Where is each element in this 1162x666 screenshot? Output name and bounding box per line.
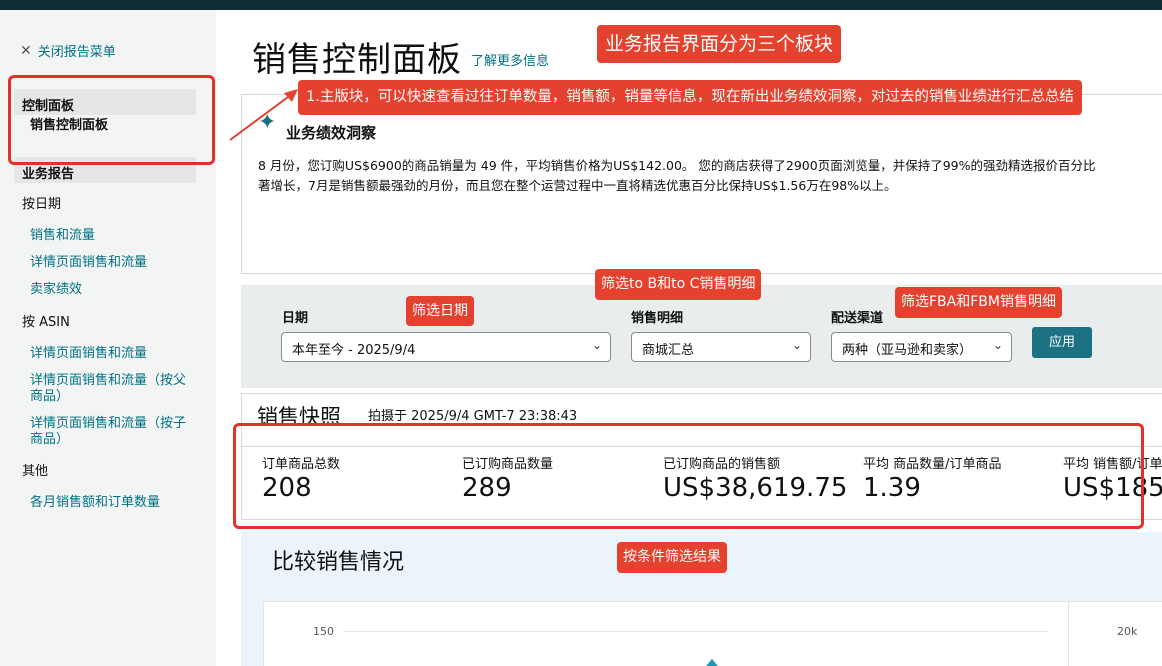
snapshot-timestamp: 拍摄于 2025/9/4 GMT-7 23:38:43 xyxy=(368,409,578,424)
annotation-three-sections: 业务报告界面分为三个板块 xyxy=(597,25,842,63)
sales-detail-label: 销售明细 xyxy=(631,311,684,326)
compare-chart-panel xyxy=(263,601,1162,666)
compare-sales-title: 比较销售情况 xyxy=(272,550,405,575)
chevron-down-icon: ⌄ xyxy=(591,338,602,352)
annotation-frame-snapshot xyxy=(233,423,1144,529)
sidebar-item-monthly-sales-orders[interactable]: 各月销售额和订单数量 xyxy=(30,495,198,511)
page-title: 销售控制面板 xyxy=(252,40,462,80)
chevron-down-icon: ⌄ xyxy=(791,338,802,352)
chart-separator xyxy=(1068,601,1069,666)
sidebar-item-seller-performance[interactable]: 卖家绩效 xyxy=(30,282,198,298)
chevron-down-icon: ⌄ xyxy=(992,338,1003,352)
annotation-frame-dashboard xyxy=(8,75,215,165)
sidebar-item-detail-sales-traffic[interactable]: 详情页面销售和流量 xyxy=(30,255,198,271)
sidebar-heading-by-date: 按日期 xyxy=(22,197,62,212)
sales-detail-select[interactable]: 商城汇总 ⌄ xyxy=(631,332,811,362)
chart-tick-right: 20k xyxy=(1117,625,1138,638)
insight-line-1: 8 月份，您订购US$6900的商品销量为 49 件，平均销售价格为US$142… xyxy=(258,158,1096,173)
sidebar-heading-by-asin: 按 ASIN xyxy=(22,315,70,330)
insight-line-2: 著增长，7月是销售额最强劲的月份，而且您在整个运营过程中一直将精选优惠百分比保持… xyxy=(258,178,897,193)
sidebar-item-asin-child[interactable]: 详情页面销售和流量（按子商品） xyxy=(30,416,198,448)
fulfillment-channel-label: 配送渠道 xyxy=(831,311,884,326)
annotation-filter-fba: 筛选FBA和FBM销售明细 xyxy=(895,287,1062,318)
date-filter-value: 本年至今 - 2025/9/4 xyxy=(292,343,416,358)
annotation-filter-date: 筛选日期 xyxy=(406,296,474,326)
top-bar xyxy=(0,0,1162,10)
close-report-menu-link[interactable]: ✕ 关闭报告菜单 xyxy=(20,41,116,61)
annotation-main-block: 1.主版块，可以快速查看过往订单数量，销售额，销量等信息，现在新出业务绩效洞察，… xyxy=(298,80,1082,115)
chart-tick-left: 150 xyxy=(313,625,334,638)
sidebar-item-asin-parent[interactable]: 详情页面销售和流量（按父商品） xyxy=(30,373,198,405)
close-menu-label: 关闭报告菜单 xyxy=(37,45,116,60)
learn-more-link[interactable]: 了解更多信息 xyxy=(471,50,549,69)
annotation-filter-b2b: 筛选to B和to C销售明细 xyxy=(595,269,762,300)
chart-grid-line xyxy=(343,631,1048,632)
annotation-arrow xyxy=(229,89,298,141)
fulfillment-channel-select[interactable]: 两种（亚马逊和卖家） ⌄ xyxy=(831,332,1012,362)
sidebar-item-sales-traffic[interactable]: 销售和流量 xyxy=(30,228,198,244)
sidebar-item-asin-detail-sales-traffic[interactable]: 详情页面销售和流量 xyxy=(30,346,198,362)
date-filter-select[interactable]: 本年至今 - 2025/9/4 ⌄ xyxy=(281,332,611,362)
sidebar-heading-other: 其他 xyxy=(22,464,49,479)
insight-text: 8 月份，您订购US$6900的商品销量为 49 件，平均销售价格为US$142… xyxy=(258,156,1162,196)
annotation-filter-result: 按条件筛选结果 xyxy=(617,542,727,573)
close-icon: ✕ xyxy=(20,42,32,59)
sales-detail-value: 商城汇总 xyxy=(642,343,695,358)
chart-peak-marker xyxy=(706,659,718,666)
date-filter-label: 日期 xyxy=(282,311,309,326)
fulfillment-channel-value: 两种（亚马逊和卖家） xyxy=(842,343,973,358)
apply-button[interactable]: 应用 xyxy=(1032,327,1092,358)
